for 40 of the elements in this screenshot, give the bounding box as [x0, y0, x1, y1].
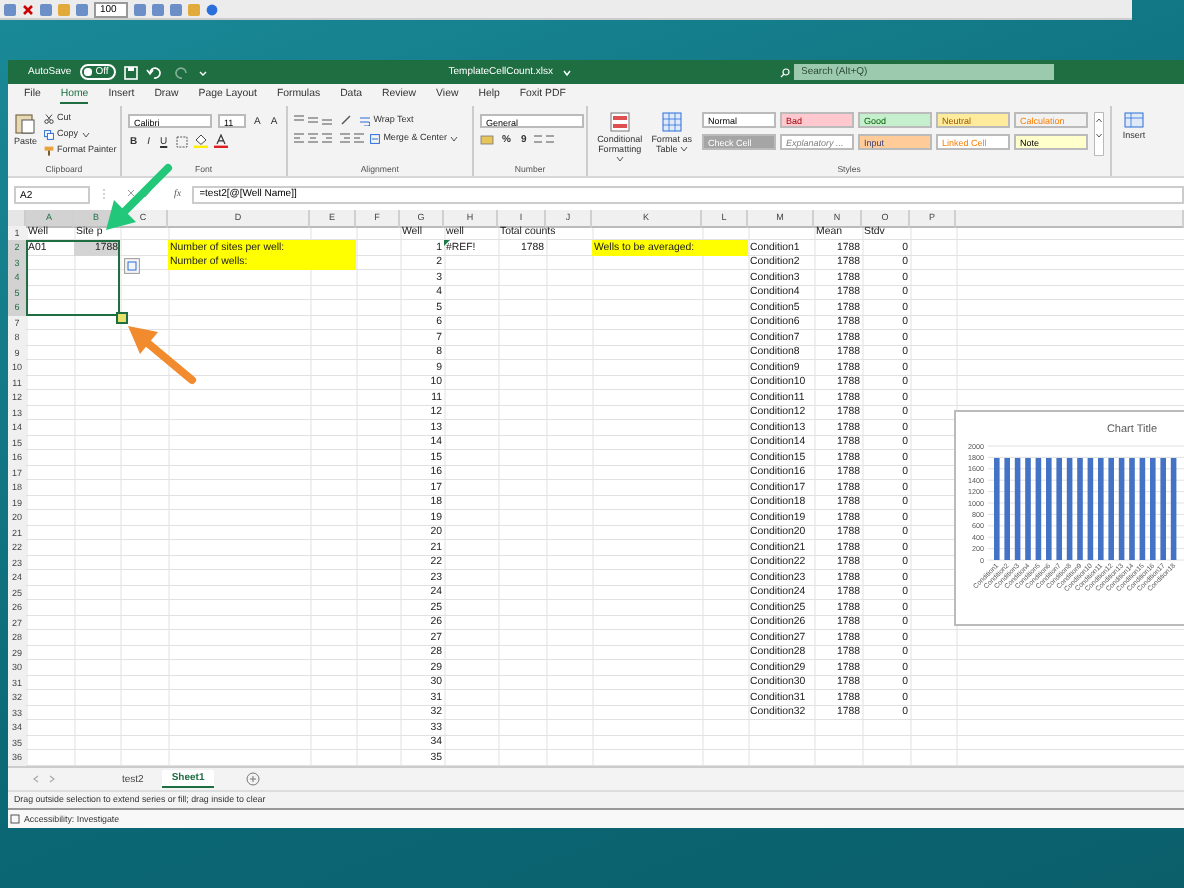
previous-sheet-icon[interactable] [32, 774, 40, 784]
decimal-icons[interactable] [534, 134, 555, 146]
paintbrush-icon [43, 145, 54, 155]
redo-icon[interactable] [172, 65, 191, 79]
insert-cells-icon [1124, 112, 1145, 128]
annotation-arrow [128, 326, 196, 384]
annotation-arrow [106, 164, 172, 230]
caret-icon [679, 146, 688, 153]
caret-icon [82, 131, 91, 137]
next-sheet-icon[interactable] [48, 774, 56, 784]
autofill-options-icon[interactable] [124, 258, 140, 274]
fill-color-icon[interactable] [193, 134, 208, 148]
toolbar-icon[interactable] [4, 3, 16, 15]
borders-icon[interactable] [175, 135, 188, 147]
clipboard-icon [14, 112, 37, 134]
close-icon[interactable] [22, 3, 34, 15]
fill-handle[interactable] [116, 312, 128, 324]
caret-icon [616, 156, 625, 163]
add-sheet-icon[interactable] [246, 772, 261, 786]
save-icon[interactable] [124, 65, 139, 79]
orientation-icon[interactable] [339, 114, 354, 126]
cancel-enter-icons[interactable] [126, 188, 154, 200]
wrap-icon [359, 115, 370, 125]
selection-border [26, 240, 120, 316]
bar-chart[interactable] [954, 410, 1184, 626]
caret-icon[interactable] [561, 67, 572, 77]
accessibility-icon[interactable] [10, 814, 20, 824]
gallery-scroll-icon[interactable] [1094, 112, 1105, 156]
font-color-icon[interactable] [213, 134, 228, 148]
table-icon [661, 112, 682, 132]
scissors-icon [43, 113, 54, 123]
accounting-icon[interactable] [480, 134, 495, 146]
merge-icon [369, 133, 380, 143]
help-icon[interactable] [206, 3, 219, 15]
customize-caret-icon[interactable] [198, 67, 209, 77]
table-highlight-icon [609, 112, 630, 132]
caret-icon [450, 135, 459, 141]
copy-icon [43, 129, 54, 139]
undo-icon[interactable] [146, 65, 165, 79]
search-icon[interactable] [779, 67, 790, 77]
